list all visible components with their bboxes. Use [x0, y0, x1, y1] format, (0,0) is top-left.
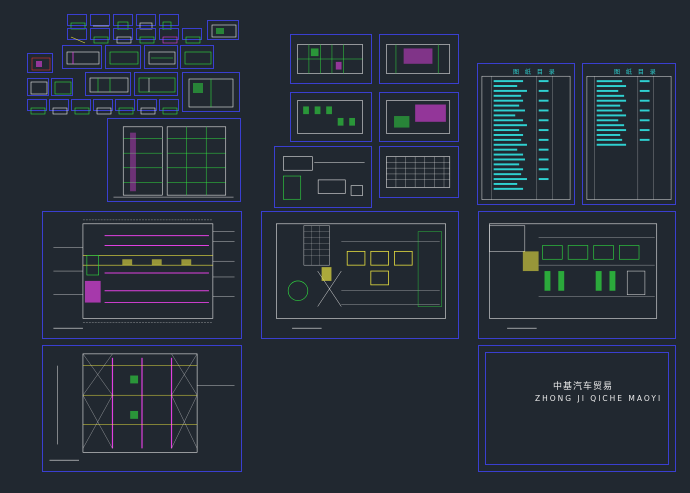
drawing-index-table: [586, 76, 672, 200]
detail-sheet[interactable]: [27, 78, 49, 96]
ground-floor-plan-sheet[interactable]: [42, 211, 242, 339]
project-name-en: ZHONG JI QICHE MAOYI: [535, 394, 663, 403]
detail-sheet[interactable]: [159, 99, 179, 115]
detail-sheet[interactable]: [71, 99, 91, 115]
drawing-index-sheet-left[interactable]: 图 纸 目 录: [477, 63, 575, 205]
detail-sheet[interactable]: [182, 28, 202, 44]
floor-plan-sheet[interactable]: [379, 92, 459, 142]
detail-sheet[interactable]: [113, 14, 133, 31]
detail-sheet[interactable]: [136, 28, 156, 44]
detail-sheet[interactable]: [90, 14, 110, 27]
second-floor-plan-sheet[interactable]: [478, 211, 676, 339]
detail-sheet[interactable]: [27, 53, 53, 73]
detail-sheet[interactable]: [207, 20, 239, 40]
drawing-index-table: [481, 75, 571, 200]
ground-floor-plan-drawing: [53, 219, 235, 329]
first-floor-plan-drawing: [276, 223, 446, 329]
roof-plan-drawing: [49, 353, 235, 461]
detail-sheet[interactable]: [93, 99, 113, 115]
detail-sheet[interactable]: [180, 45, 214, 69]
floor-plan-sheet[interactable]: [290, 92, 372, 142]
floor-plan-sheet[interactable]: [290, 34, 372, 84]
floor-plan-drawing: [297, 100, 363, 134]
detail-sheet[interactable]: [90, 28, 110, 44]
detail-sheet[interactable]: [144, 45, 178, 69]
detail-sheet[interactable]: [67, 28, 87, 44]
detail-sheet[interactable]: [27, 99, 47, 115]
schedule-sheet[interactable]: [379, 146, 459, 198]
detail-sheet[interactable]: [113, 28, 133, 44]
elevation-drawing: [113, 126, 234, 198]
cover-sheet[interactable]: 中基汽车贸易 ZHONG JI QICHE MAOYI: [478, 345, 676, 472]
drawing-index-sheet-right[interactable]: 图 纸 目 录: [582, 63, 676, 205]
project-name-cn: 中基汽车贸易: [553, 382, 614, 392]
first-floor-plan-sheet[interactable]: [261, 211, 459, 339]
detail-sheet[interactable]: [51, 78, 73, 96]
detail-sheet[interactable]: [159, 14, 179, 31]
detail-sheet[interactable]: [182, 72, 240, 112]
detail-sheet[interactable]: [85, 72, 131, 96]
schedule-table: [386, 156, 451, 188]
roof-plan-sheet[interactable]: [42, 345, 242, 472]
floor-plan-sheet[interactable]: [379, 34, 459, 84]
section-drawing: [283, 156, 365, 200]
second-floor-plan-drawing: [489, 223, 658, 329]
cover-inner-frame: [485, 352, 669, 465]
floor-plan-drawing: [386, 44, 451, 74]
detail-sheet[interactable]: [137, 99, 157, 115]
detail-sheet[interactable]: [159, 28, 179, 44]
detail-sheet[interactable]: [134, 72, 178, 96]
floor-plan-drawing: [297, 44, 363, 74]
floor-plan-drawing: [386, 100, 451, 134]
detail-sheet[interactable]: [62, 45, 102, 69]
detail-sheet[interactable]: [49, 99, 69, 115]
section-sheet[interactable]: [274, 146, 372, 208]
detail-sheet[interactable]: [67, 14, 87, 30]
elevation-sheet[interactable]: [107, 118, 241, 202]
detail-sheet[interactable]: [136, 14, 156, 30]
detail-sheet[interactable]: [115, 99, 135, 115]
detail-sheet[interactable]: [105, 45, 141, 69]
